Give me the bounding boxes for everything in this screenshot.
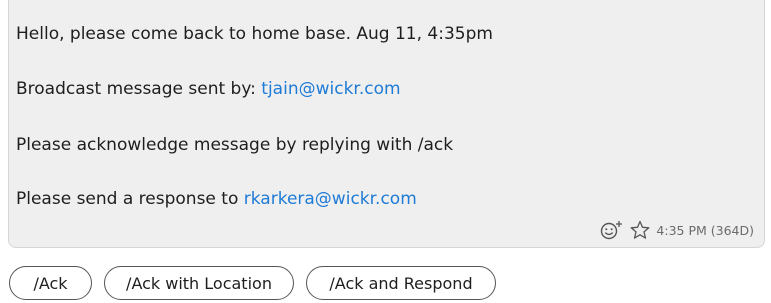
message-text: Hello, please come back to home base. Au…	[16, 24, 493, 44]
message-timestamp: 4:35 PM (364D)	[656, 222, 754, 238]
sender-prefix: Broadcast message sent by:	[16, 79, 262, 99]
ack-with-location-button[interactable]: /Ack with Location	[104, 266, 294, 300]
ack-and-respond-button[interactable]: /Ack and Respond	[306, 266, 496, 300]
response-prefix: Please send a response to	[16, 189, 244, 209]
sender-email-link[interactable]: tjain@wickr.com	[261, 79, 400, 99]
ack-button[interactable]: /Ack	[9, 266, 92, 300]
message-line-2: Broadcast message sent by: tjain@wickr.c…	[16, 78, 401, 100]
message-bubble: Hello, please come back to home base. Au…	[8, 0, 765, 248]
quick-reply-actions: /Ack /Ack with Location /Ack and Respond	[9, 266, 496, 300]
response-email-link[interactable]: rkarkera@wickr.com	[244, 189, 417, 209]
ack-with-location-label: /Ack with Location	[126, 273, 272, 293]
message-line-3: Please acknowledge message by replying w…	[16, 134, 453, 156]
add-reaction-icon[interactable]	[599, 219, 625, 241]
star-outline-icon[interactable]	[629, 219, 651, 241]
ack-and-respond-label: /Ack and Respond	[329, 273, 473, 293]
message-line-4: Please send a response to rkarkera@wickr…	[16, 188, 417, 210]
message-meta: 4:35 PM (364D)	[599, 219, 754, 241]
ack-instruction: Please acknowledge message by replying w…	[16, 135, 454, 155]
message-line-1: Hello, please come back to home base. Au…	[16, 23, 493, 45]
ack-button-label: /Ack	[33, 273, 68, 293]
